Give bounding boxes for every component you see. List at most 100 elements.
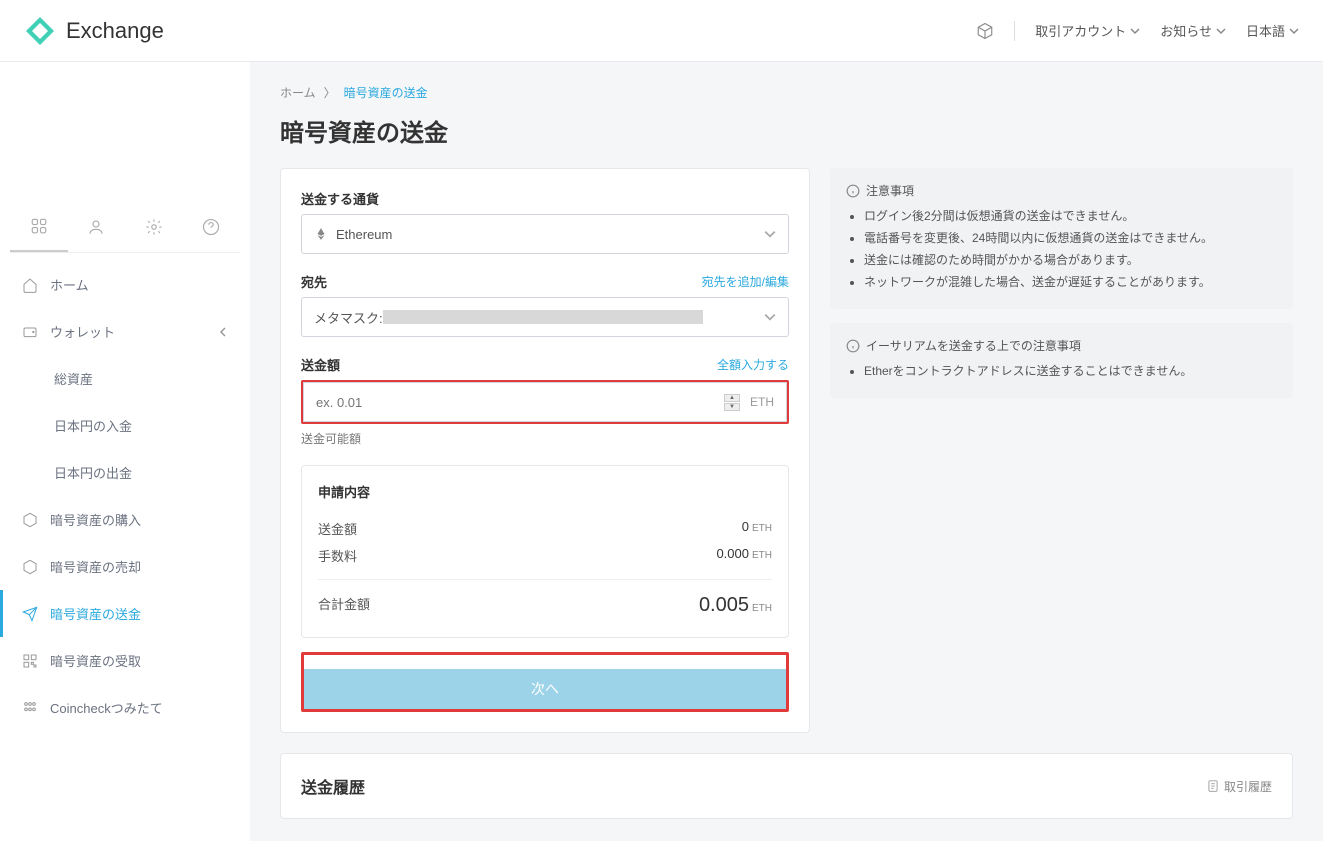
sidebar-item-send[interactable]: 暗号資産の送金 [0,590,250,637]
language-menu[interactable]: 日本語 [1246,21,1299,40]
tab-settings[interactable] [125,202,183,252]
sidebar-item-jpy-in[interactable]: 日本円の入金 [0,402,250,449]
notes-card-1: 注意事項 ログイン後2分間は仮想通貨の送金はできません。 電話番号を変更後、24… [830,168,1293,309]
amount-box: ▲ ▼ ETH [303,382,787,422]
logo-icon [24,15,56,47]
history-card: 送金履歴 取引履歴 [280,753,1293,819]
sidebar-item-wallet[interactable]: ウォレット [0,308,250,355]
note-item: 電話番号を変更後、24時間以内に仮想通貨の送金はできません。 [864,229,1277,247]
amount-helper: 送金可能額 [301,430,789,447]
sidebar-menu: ホーム ウォレット 総資産 日本円の入金 日本円の出金 暗号資産の購入 暗号資産… [0,253,250,739]
sidebar-item-sell[interactable]: 暗号資産の売却 [0,543,250,590]
send-icon [22,606,38,622]
sidebar-item-tsumitate[interactable]: Coincheckつみたて [0,684,250,731]
notes-list-1: ログイン後2分間は仮想通貨の送金はできません。 電話番号を変更後、24時間以内に… [846,207,1277,291]
sum-total-value: 0.005 [699,594,749,616]
amount-all-link[interactable]: 全額入力する [717,356,789,373]
notices-label: お知らせ [1160,21,1212,40]
sum-fee-value: 0.000 [716,546,749,561]
tab-dashboard[interactable] [10,202,68,252]
amount-unit: ETH [750,395,774,409]
amount-highlight: ▲ ▼ ETH [301,380,789,424]
sum-fee-label: 手数料 [318,546,357,565]
qr-icon [22,653,38,669]
dest-value-masked [383,310,703,324]
spin-up[interactable]: ▲ [724,394,740,402]
summary-separator [318,579,772,580]
breadcrumb-home[interactable]: ホーム [280,84,316,101]
amount-label: 送金額 [301,355,340,374]
account-menu[interactable]: 取引アカウント [1035,21,1140,40]
amount-spinner: ▲ ▼ [724,394,740,411]
next-button[interactable]: 次へ [304,669,786,709]
ethereum-icon [314,227,328,241]
notes-card-2: イーサリアムを送金する上での注意事項 Etherをコントラクトアドレスに送金する… [830,323,1293,398]
summary: 申請内容 送金額0ETH 手数料0.000ETH 合計金額0.005ETH [301,465,789,638]
sidebar-item-total[interactable]: 総資産 [0,355,250,402]
side-column: 注意事項 ログイン後2分間は仮想通貨の送金はできません。 電話番号を変更後、24… [830,168,1293,398]
dest-label: 宛先 [301,272,327,291]
notes-list-2: Etherをコントラクトアドレスに送金することはできません。 [846,362,1277,380]
sidebar-label: 暗号資産の受取 [50,651,141,670]
notes-title: 注意事項 [866,182,914,199]
sidebar-item-jpy-out[interactable]: 日本円の出金 [0,449,250,496]
dest-edit-link[interactable]: 宛先を追加/編集 [702,273,789,290]
header: Exchange 取引アカウント お知らせ 日本語 [0,0,1323,62]
dest-select[interactable]: メタマスク: [301,297,789,337]
history-link-label: 取引履歴 [1224,778,1272,795]
language-label: 日本語 [1246,21,1285,40]
chevron-down-icon [1289,26,1299,36]
sidebar-item-home[interactable]: ホーム [0,261,250,308]
cube-icon[interactable] [976,22,994,40]
sidebar-item-buy[interactable]: 暗号資産の購入 [0,496,250,543]
chevron-down-icon [1216,26,1226,36]
sum-amount-value: 0 [742,519,749,534]
currency-select[interactable]: Ethereum [301,214,789,254]
grid-icon [30,217,48,235]
note-item: ネットワークが混雑した場合、送金が遅延することがあります。 [864,273,1277,291]
sidebar-label: 日本円の出金 [54,463,132,482]
info-icon [846,184,860,198]
info-icon [846,339,860,353]
sum-unit: ETH [752,550,772,561]
breadcrumb-current: 暗号資産の送金 [344,84,428,101]
tab-help[interactable] [183,202,241,252]
sidebar-item-receive[interactable]: 暗号資産の受取 [0,637,250,684]
wallet-icon [22,324,38,340]
note-item: ログイン後2分間は仮想通貨の送金はできません。 [864,207,1277,225]
main: ホーム 〉 暗号資産の送金 暗号資産の送金 送金する通貨 Ethereum 宛先… [250,62,1323,841]
sidebar-tabs [10,202,240,253]
sidebar-label: 総資産 [54,369,93,388]
sidebar-label: 暗号資産の送金 [50,604,141,623]
note-item: Etherをコントラクトアドレスに送金することはできません。 [864,362,1277,380]
chevron-down-icon [218,327,228,337]
sidebar-label: 日本円の入金 [54,416,132,435]
amount-input[interactable] [304,383,724,421]
logo[interactable]: Exchange [24,15,164,47]
sum-unit: ETH [752,523,772,534]
history-link[interactable]: 取引履歴 [1206,778,1272,795]
sidebar-label: Coincheckつみたて [50,698,163,717]
currency-label: 送金する通貨 [301,189,379,208]
sidebar-label: ホーム [50,275,89,294]
currency-value: Ethereum [336,227,392,242]
document-icon [1206,779,1220,793]
home-icon [22,277,38,293]
logo-text: Exchange [66,18,164,44]
next-highlight: 次へ [301,652,789,712]
breadcrumb: ホーム 〉 暗号資産の送金 [280,84,1293,101]
tab-user[interactable] [68,202,126,252]
chevron-down-icon [764,228,776,240]
breadcrumb-sep: 〉 [324,84,336,101]
sidebar: ホーム ウォレット 総資産 日本円の入金 日本円の出金 暗号資産の購入 暗号資産… [0,62,250,841]
chevron-down-icon [1130,26,1140,36]
summary-title: 申請内容 [318,482,772,501]
sum-unit: ETH [752,603,772,614]
help-icon [202,218,220,236]
note-item: 送金には確認のため時間がかかる場合があります。 [864,251,1277,269]
dest-value-prefix: メタマスク: [314,308,383,327]
spin-down[interactable]: ▼ [724,403,740,411]
notices-menu[interactable]: お知らせ [1160,21,1226,40]
account-label: 取引アカウント [1035,21,1126,40]
form-card: 送金する通貨 Ethereum 宛先 宛先を追加/編集 メタマスク: 送金額 全… [280,168,810,733]
